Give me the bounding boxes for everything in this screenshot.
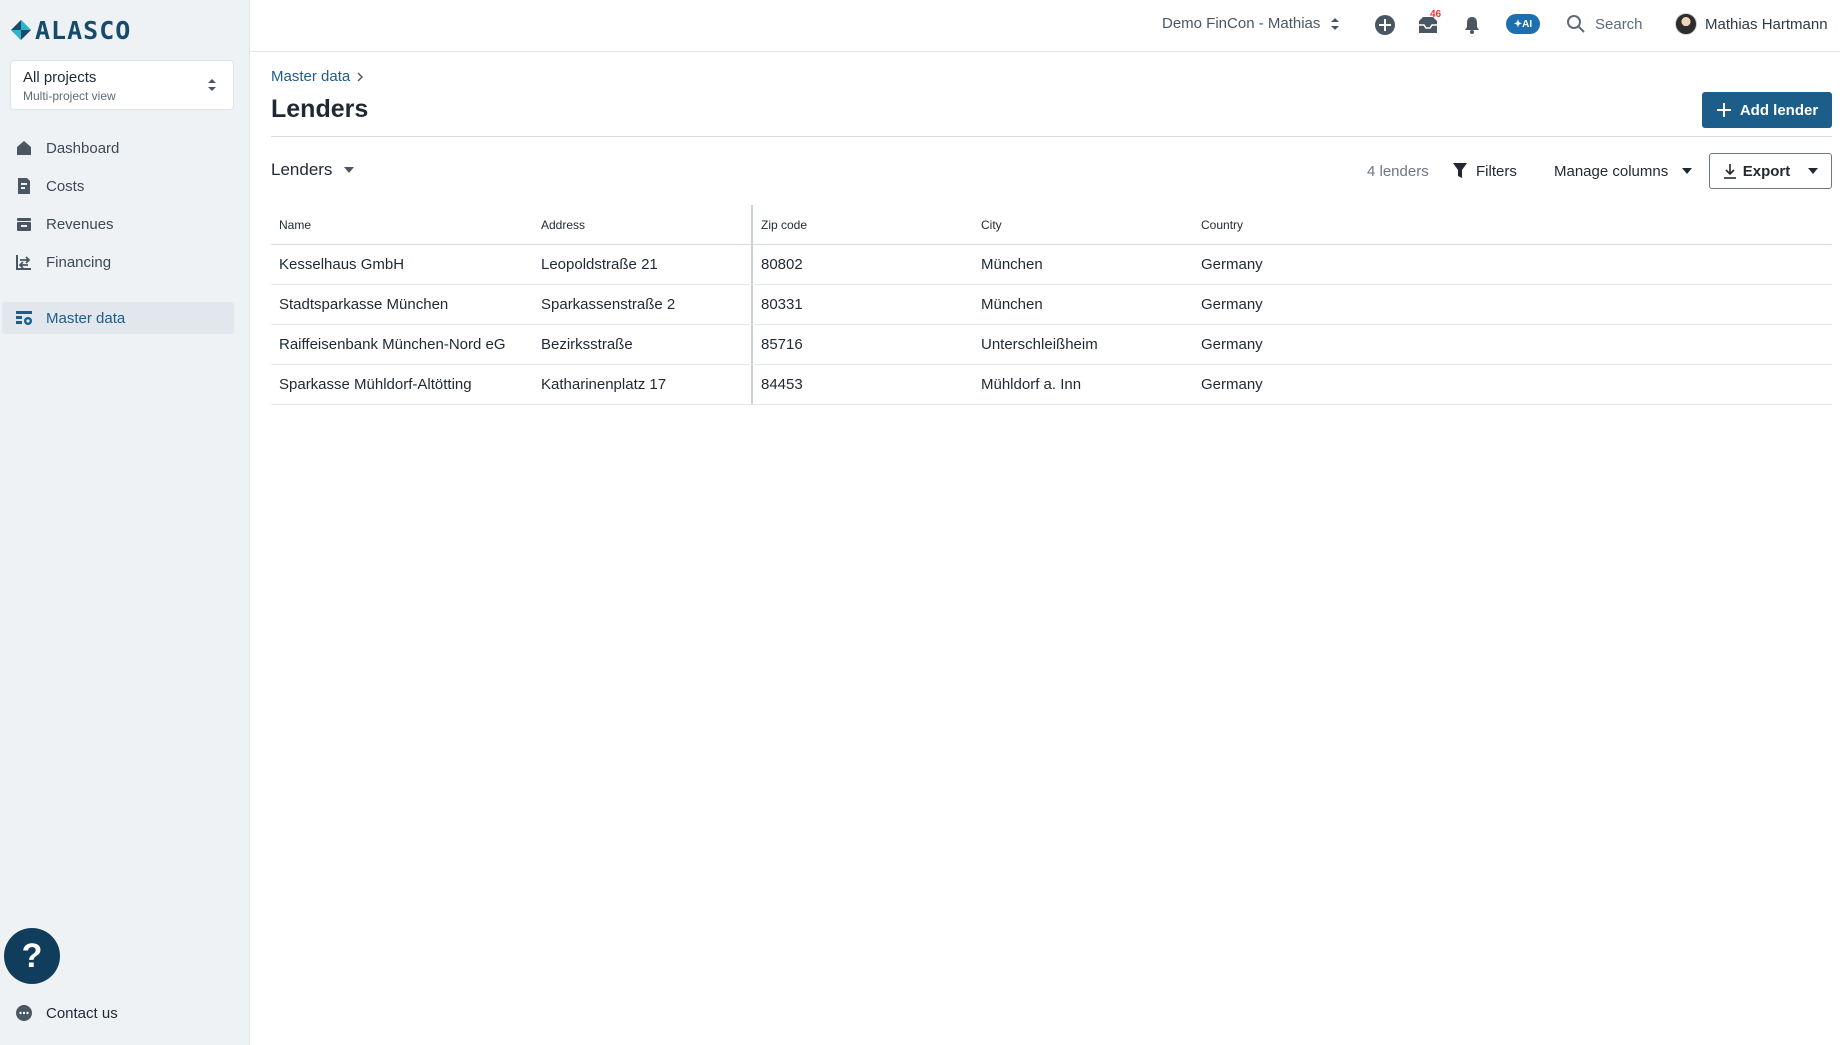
page-title: Lenders	[271, 95, 369, 123]
column-header-city[interactable]: City	[973, 218, 1193, 232]
chevron-right-icon	[357, 72, 364, 81]
add-lender-label: Add lender	[1739, 101, 1819, 119]
column-header-address[interactable]: Address	[533, 204, 753, 245]
cell-city: München	[981, 296, 1043, 313]
plus-icon	[1716, 103, 1731, 117]
filters-label: Filters	[1476, 162, 1517, 180]
cell-name: Kesselhaus GmbH	[279, 256, 405, 273]
help-button[interactable]: ?	[4, 928, 60, 984]
nav-item-label: Revenues	[46, 215, 114, 233]
search-icon	[1567, 15, 1585, 33]
search-label: Search	[1595, 15, 1643, 33]
cell-zip-code: 80331	[761, 296, 803, 313]
nav-item-label: Costs	[46, 177, 85, 195]
table-row[interactable]: Kesselhaus GmbH Leopoldstraße 21 80802 M…	[271, 245, 1832, 285]
column-header-zip-code[interactable]: Zip code	[753, 218, 973, 232]
table-header-row: Name Address Zip code City Country	[271, 204, 1832, 245]
manage-columns-label: Manage columns	[1554, 162, 1669, 180]
lenders-table: Name Address Zip code City Country Kesse…	[271, 204, 1832, 405]
nav-item-label: Financing	[46, 253, 112, 271]
cell-city: Unterschleißheim	[981, 336, 1098, 353]
cell-address: Leopoldstraße 21	[533, 245, 753, 284]
caret-down-icon	[1808, 168, 1819, 174]
cell-city: München	[981, 256, 1043, 273]
up-down-chevron-icon	[208, 79, 216, 91]
nav-item-label: Master data	[46, 309, 126, 327]
download-icon	[1723, 164, 1736, 179]
nav-item-label: Dashboard	[46, 139, 120, 157]
alasco-logo-icon	[11, 20, 31, 40]
cell-country: Germany	[1201, 376, 1263, 393]
plus-circle-icon	[1375, 15, 1395, 35]
table-row[interactable]: Raiffeisenbank München-Nord eG Bezirksst…	[271, 325, 1832, 365]
column-header-country[interactable]: Country	[1193, 218, 1393, 232]
cell-zip-code: 85716	[761, 336, 803, 353]
cell-country: Germany	[1201, 336, 1263, 353]
breadcrumb-link-master-data[interactable]: Master data	[271, 68, 350, 85]
top-bar: Demo FinCon - Mathias 46 ✦AI Search Math…	[250, 0, 1840, 52]
logo-text: ALASCO	[35, 15, 132, 45]
table-row[interactable]: Stadtsparkasse München Sparkassenstraße …	[271, 285, 1832, 325]
cell-name: Stadtsparkasse München	[279, 296, 449, 313]
project-selector-subtitle: Multi-project view	[23, 89, 116, 103]
up-down-chevron-icon	[1331, 17, 1340, 30]
project-selector[interactable]: All projects Multi-project view	[10, 60, 234, 110]
nav-item-costs[interactable]: Costs	[0, 170, 250, 202]
export-label: Export	[1742, 162, 1791, 180]
lender-count: 4 lenders	[1367, 162, 1429, 180]
cell-country: Germany	[1201, 256, 1263, 273]
main-nav: Dashboard Costs Revenues Financing Maste…	[0, 132, 250, 334]
notifications-button[interactable]	[1460, 13, 1484, 37]
app-logo[interactable]: ALASCO	[10, 15, 132, 45]
cell-address: Sparkassenstraße 2	[533, 285, 753, 324]
inbox-button[interactable]: 46	[1416, 9, 1441, 37]
cell-address: Katharinenplatz 17	[533, 365, 753, 404]
contact-us-link[interactable]: Contact us	[14, 1003, 118, 1023]
column-header-name[interactable]: Name	[271, 218, 533, 232]
nav-item-dashboard[interactable]: Dashboard	[0, 132, 250, 164]
nav-item-master-data[interactable]: Master data	[2, 302, 234, 334]
home-icon	[17, 141, 31, 155]
export-button[interactable]: Export	[1709, 153, 1832, 189]
revenues-icon	[17, 218, 31, 231]
cell-country: Germany	[1201, 296, 1263, 313]
financing-icon	[16, 255, 31, 270]
cell-zip-code: 80802	[761, 256, 803, 273]
inbox-count-badge: 46	[1430, 9, 1442, 20]
funnel-icon	[1453, 163, 1467, 178]
caret-down-icon	[344, 167, 355, 173]
add-lender-button[interactable]: Add lender	[1702, 92, 1832, 128]
user-name: Mathias Hartmann	[1705, 15, 1828, 33]
cell-zip-code: 84453	[761, 376, 803, 393]
search-button[interactable]: Search	[1566, 14, 1643, 34]
cell-city: Mühldorf a. Inn	[981, 376, 1082, 393]
contact-us-label: Contact us	[46, 1004, 118, 1022]
cell-name: Raiffeisenbank München-Nord eG	[279, 336, 506, 353]
organization-selector[interactable]: Demo FinCon - Mathias	[1162, 15, 1340, 32]
cell-name: Sparkasse Mühldorf-Altötting	[279, 376, 472, 393]
sidebar: ALASCO All projects Multi-project view D…	[0, 0, 250, 1045]
header-divider	[271, 136, 1832, 137]
breadcrumb: Master data	[271, 68, 364, 85]
costs-icon	[18, 178, 30, 194]
ai-assistant-button[interactable]: ✦AI	[1506, 14, 1540, 34]
project-selector-title: All projects	[23, 69, 97, 86]
cell-address: Bezirksstraße	[533, 325, 753, 364]
nav-item-revenues[interactable]: Revenues	[0, 208, 250, 240]
user-menu[interactable]: Mathias Hartmann	[1675, 13, 1828, 35]
bell-icon	[1465, 17, 1479, 34]
caret-down-icon	[1682, 168, 1693, 174]
nav-item-financing[interactable]: Financing	[0, 246, 250, 278]
avatar	[1675, 13, 1697, 35]
table-row[interactable]: Sparkasse Mühldorf-Altötting Katharinenp…	[271, 365, 1832, 405]
view-selector-label: Lenders	[271, 160, 333, 179]
chat-bubble-icon	[16, 1005, 32, 1021]
master-data-icon	[16, 311, 32, 325]
filters-button[interactable]: Filters	[1452, 153, 1517, 189]
view-selector[interactable]: Lenders	[271, 160, 355, 180]
manage-columns-button[interactable]: Manage columns	[1554, 153, 1693, 189]
create-button[interactable]	[1373, 13, 1397, 37]
organization-name: Demo FinCon - Mathias	[1162, 15, 1321, 32]
